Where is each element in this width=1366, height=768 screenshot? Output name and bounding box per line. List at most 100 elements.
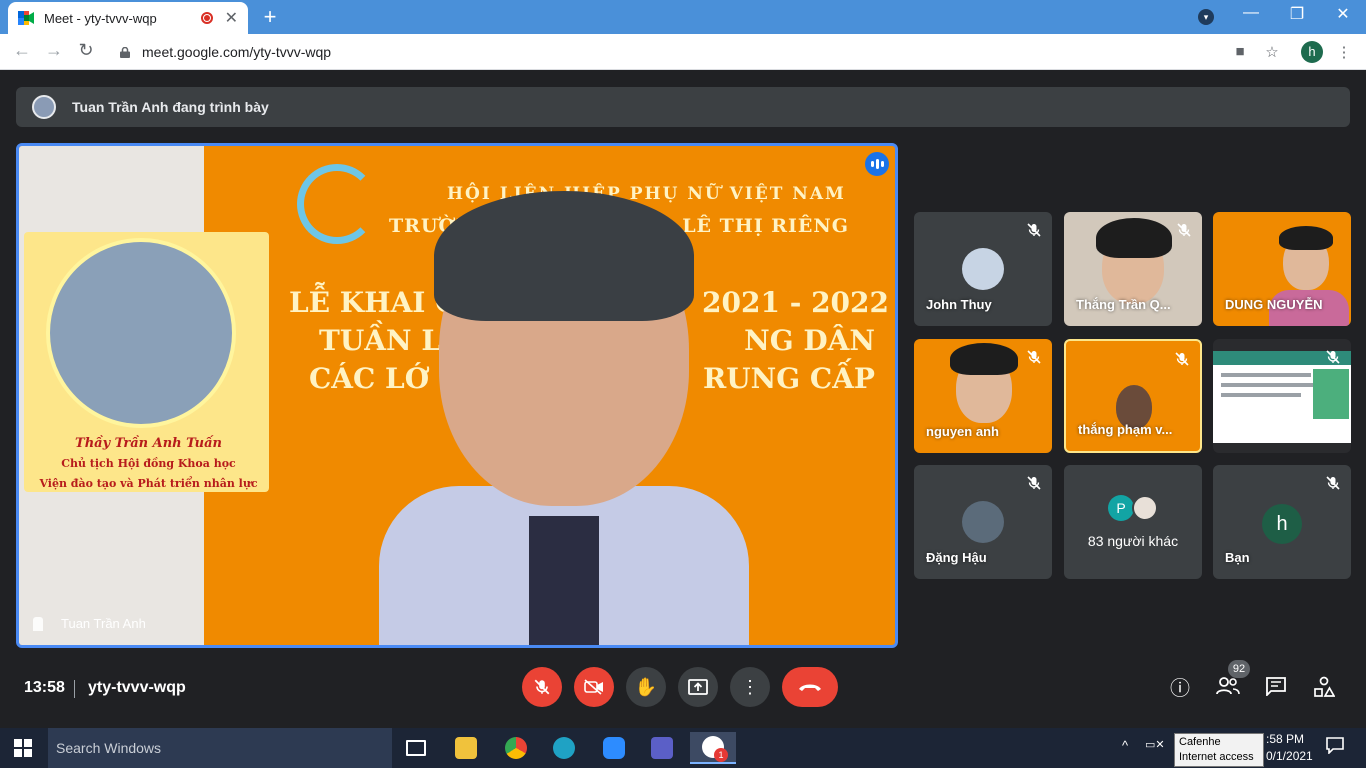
camera-toggle-button[interactable] [574, 667, 614, 707]
school-logo-icon [297, 164, 377, 244]
browser-toolbar: ← → ↻ meet.google.com/yty-tvvv-wqp ■ ☆ h… [0, 34, 1366, 70]
file-explorer-icon[interactable] [446, 732, 486, 764]
chat-icon[interactable] [1263, 676, 1289, 702]
zalo-badge: 1 [714, 748, 728, 762]
windows-start-icon[interactable] [14, 739, 32, 757]
meeting-details-icon[interactable]: ⓘ [1167, 676, 1193, 702]
camera-off-icon [584, 679, 603, 695]
mic-off-icon [534, 679, 550, 695]
network-icon[interactable]: ▭✕ [1145, 738, 1165, 751]
task-view-icon[interactable] [396, 732, 436, 764]
participant-name: Thắng Trần Q... [1076, 297, 1171, 312]
speaker-portrait [46, 238, 236, 428]
edge-icon[interactable] [544, 732, 584, 764]
teams-icon[interactable] [642, 732, 682, 764]
participant-name: DUNG NGUYỄN [1225, 297, 1323, 312]
mic-off-icon [1326, 476, 1340, 490]
divider [74, 680, 75, 698]
reload-button[interactable]: ↻ [74, 40, 98, 61]
more-options-button[interactable]: ⋮ [730, 667, 770, 707]
new-tab-button[interactable]: + [258, 4, 282, 30]
restore-button[interactable]: ❐ [1282, 4, 1312, 24]
speaker-card-caption: Thầy Trần Anh Tuấn Chủ tịch Hội đồng Kho… [31, 434, 266, 494]
search-placeholder: Search Windows [56, 740, 162, 756]
forward-button[interactable]: → [42, 40, 66, 61]
participant-name: Bạn [1225, 550, 1250, 565]
presenting-text: Tuan Trần Anh đang trình bày [72, 99, 269, 115]
windows-taskbar: Search Windows 1 ^ ▭✕ [0, 728, 1366, 768]
participant-count-badge: 92 [1228, 660, 1250, 678]
pin-icon[interactable] [33, 616, 43, 631]
notification-center-icon[interactable] [1322, 735, 1348, 761]
card-role-2: Viện đào tạo và Phát triển nhân lực [39, 477, 258, 490]
card-role-1: Chủ tịch Hội đồng Khoa học [61, 457, 236, 470]
meeting-code: yty-tvvv-wqp [88, 679, 186, 696]
main-video-name: Tuan Trần Anh [33, 616, 146, 631]
hand-icon: ✋ [634, 676, 658, 697]
url-text: meet.google.com/yty-tvvv-wqp [142, 44, 332, 60]
people-icon[interactable] [1215, 676, 1241, 702]
main-video-tile[interactable]: Thầy Trần Anh Tuấn Chủ tịch Hội đồng Kho… [16, 143, 898, 648]
participant-tile[interactable]: nguyen anh [914, 339, 1052, 453]
back-button[interactable]: ← [10, 40, 34, 61]
participant-name: Đặng Hậu [926, 550, 987, 565]
browser-tabstrip: Meet - yty-tvvv-wqp ✕ + ▾ — ❐ ✕ [0, 0, 1366, 34]
zoom-icon[interactable] [594, 732, 634, 764]
tooltip-network-status: Internet access [1179, 751, 1254, 763]
mic-off-icon [1027, 223, 1041, 237]
mic-off-icon [1177, 223, 1191, 237]
participant-name: nguyen anh [926, 424, 999, 439]
present-screen-button[interactable] [678, 667, 718, 707]
present-icon [688, 679, 708, 695]
meeting-time: 13:58 [24, 679, 65, 696]
system-time: :58 PM [1266, 732, 1305, 746]
participant-hair [950, 343, 1018, 375]
mic-toggle-button[interactable] [522, 667, 562, 707]
presenter-video [379, 186, 749, 645]
raise-hand-button[interactable]: ✋ [626, 667, 666, 707]
network-tooltip: Cafenhe Internet access [1174, 733, 1264, 767]
tab-search-icon[interactable]: ▾ [1198, 9, 1214, 25]
headline-2-right: NG DÂN [744, 324, 875, 357]
chrome-menu-icon[interactable]: ⋮ [1334, 43, 1354, 61]
meet-favicon-icon [18, 11, 34, 25]
participant-tile[interactable]: Đặng Hậu [914, 465, 1052, 579]
participant-tile[interactable]: Thắng Trần Q... [1064, 212, 1202, 326]
participant-avatar [962, 501, 1004, 543]
speaking-indicator-icon [865, 152, 889, 176]
self-tile[interactable]: h Bạn [1213, 465, 1351, 579]
others-tile[interactable]: P 83 người khác [1064, 465, 1202, 579]
participant-tile[interactable] [1213, 339, 1351, 453]
mic-off-icon [1175, 352, 1189, 366]
tab-close-icon[interactable]: ✕ [225, 8, 238, 28]
participant-avatar [962, 248, 1004, 290]
participant-tile[interactable]: DUNG NGUYỄN [1213, 212, 1351, 326]
others-avatar-photo [1132, 495, 1158, 521]
browser-tab[interactable]: Meet - yty-tvvv-wqp ✕ [8, 2, 248, 34]
participant-tile[interactable]: thắng phạm v... [1064, 339, 1202, 453]
presenter-avatar [32, 95, 56, 119]
presenting-banner: Tuan Trần Anh đang trình bày [16, 87, 1350, 127]
system-date: 0/1/2021 [1266, 749, 1313, 763]
windows-search-box[interactable]: Search Windows [48, 728, 392, 768]
window-close-button[interactable]: ✕ [1328, 4, 1358, 24]
tray-chevron-icon[interactable]: ^ [1122, 738, 1128, 753]
system-clock[interactable]: :58 PM 0/1/2021 [1266, 731, 1313, 765]
lock-icon [120, 46, 130, 58]
more-vert-icon: ⋮ [741, 676, 759, 697]
minimize-button[interactable]: — [1236, 4, 1266, 22]
participant-tile[interactable]: John Thuy [914, 212, 1052, 326]
hang-up-icon [799, 684, 821, 691]
tab-title: Meet - yty-tvvv-wqp [44, 10, 157, 26]
bookmark-star-icon[interactable]: ☆ [1262, 43, 1282, 61]
leave-call-button[interactable] [782, 667, 838, 707]
mic-off-icon [1027, 350, 1041, 364]
activities-icon[interactable] [1311, 676, 1337, 702]
zalo-icon[interactable]: 1 [690, 732, 736, 764]
profile-avatar[interactable]: h [1301, 41, 1323, 63]
camera-permission-icon[interactable]: ■ [1230, 43, 1250, 60]
others-avatar: P [1108, 495, 1134, 521]
address-bar[interactable]: meet.google.com/yty-tvvv-wqp [110, 38, 1290, 66]
others-count: 83 người khác [1087, 533, 1179, 549]
chrome-icon[interactable] [496, 732, 536, 764]
